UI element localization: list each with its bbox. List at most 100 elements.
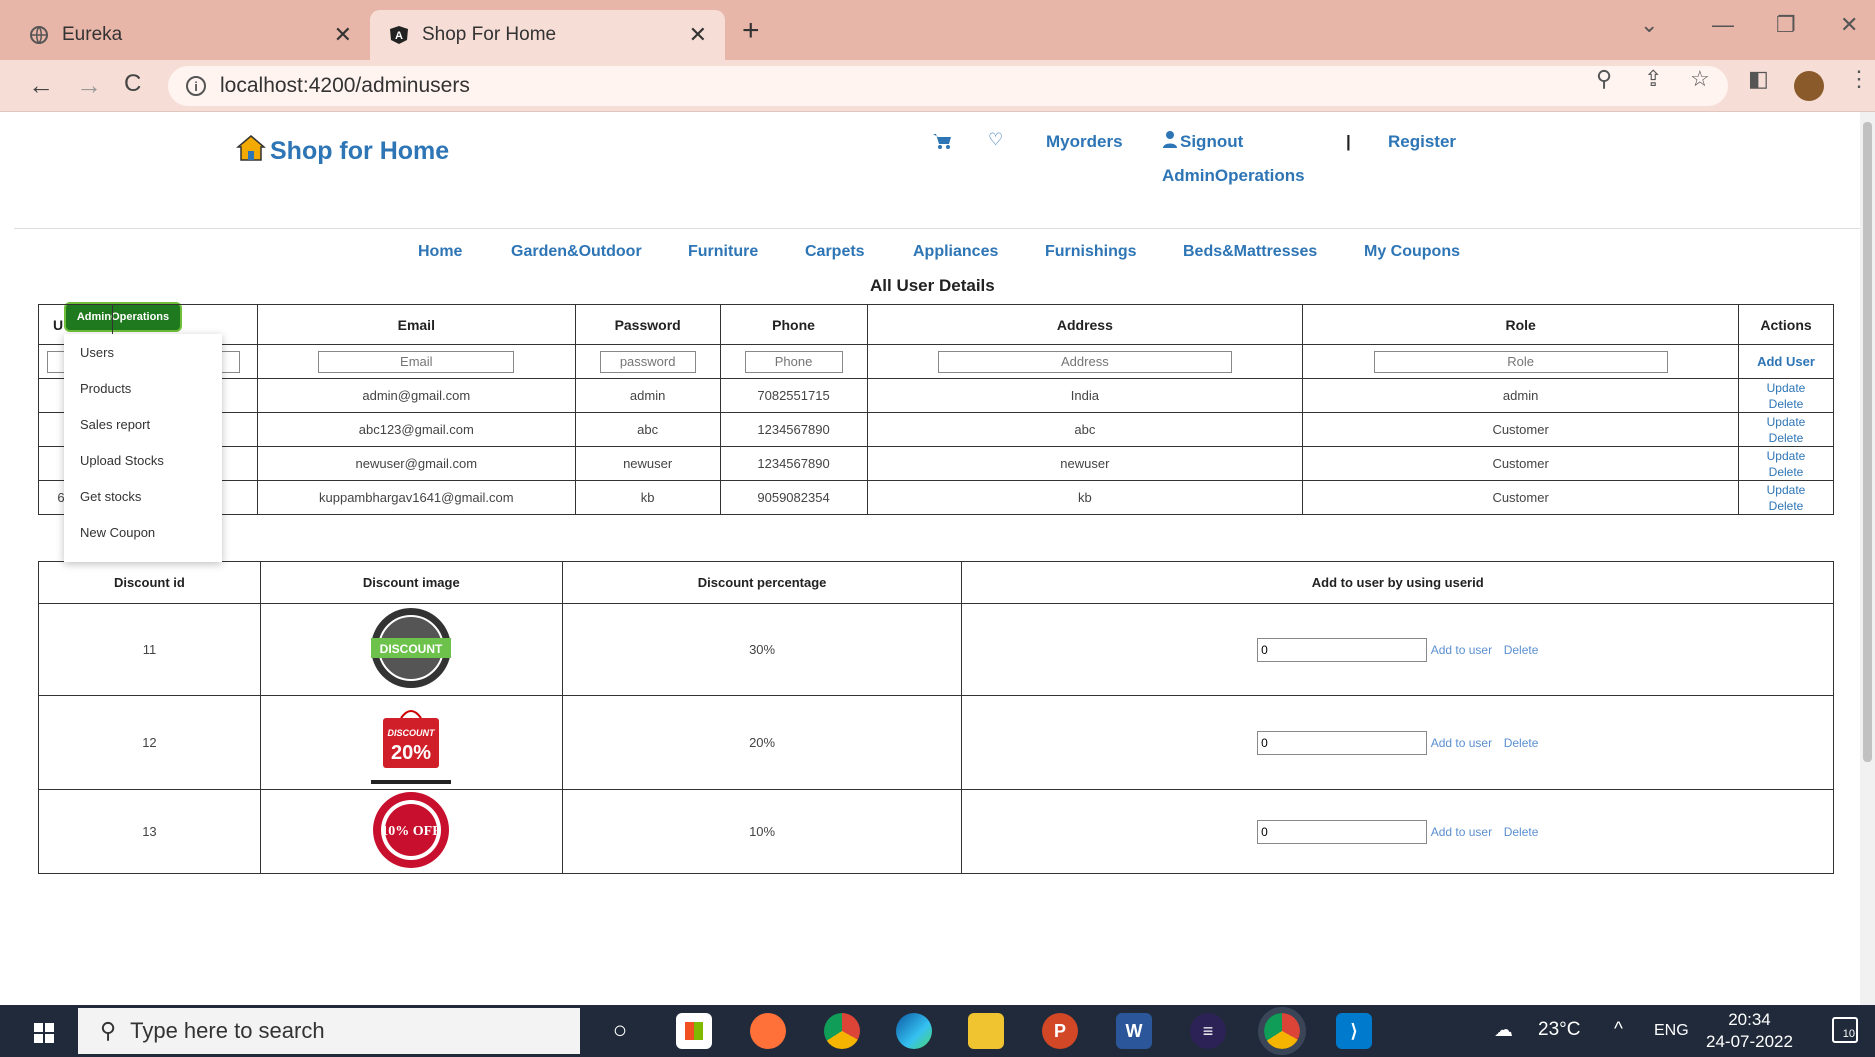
menu-item-new-coupon[interactable]: New Coupon <box>64 514 222 550</box>
delete-link[interactable]: Delete <box>1769 397 1804 411</box>
phone-field[interactable] <box>744 350 843 373</box>
userid-input[interactable] <box>1257 819 1428 844</box>
forward-icon[interactable]: → <box>76 70 102 101</box>
user-address-cell: kb <box>866 480 1304 515</box>
delete-link[interactable]: Delete <box>1769 499 1804 513</box>
discount-percent-cell: 10% <box>561 789 963 874</box>
file-explorer-icon[interactable] <box>968 1013 1004 1049</box>
scrollbar-thumb[interactable] <box>1863 122 1872 762</box>
side-panel-icon[interactable]: ◧ <box>1748 66 1769 92</box>
new-tab-button[interactable]: + <box>742 14 760 48</box>
nav-home[interactable]: Home <box>418 243 462 261</box>
menu-item-sales-report[interactable]: Sales report <box>64 406 222 442</box>
actions-cell: Update Delete <box>1738 446 1834 481</box>
user-password-cell: newuser <box>574 446 721 481</box>
nav-beds-mattresses[interactable]: Beds&Mattresses <box>1183 243 1317 261</box>
user-password-cell: abc <box>574 412 721 447</box>
discount-seal-image: 10% OFF <box>365 790 457 870</box>
eclipse-icon[interactable]: ≡ <box>1190 1013 1226 1049</box>
add-to-user-link[interactable]: Add to user <box>1431 736 1492 750</box>
menu-item-upload-stocks[interactable]: Upload Stocks <box>64 442 222 478</box>
adminoperations-link[interactable]: AdminOperations <box>1162 166 1305 186</box>
nav-my-coupons[interactable]: My Coupons <box>1364 243 1460 261</box>
back-icon[interactable]: ← <box>28 70 54 101</box>
nav-furnishings[interactable]: Furnishings <box>1045 243 1137 261</box>
wishlist-heart-icon[interactable]: ♡ <box>988 130 1003 150</box>
bookmark-star-icon[interactable]: ☆ <box>1690 66 1710 92</box>
weather-icon[interactable]: ☁ <box>1494 1019 1513 1042</box>
delete-link[interactable]: Delete <box>1769 431 1804 445</box>
tab-eureka[interactable]: Eureka ✕ <box>10 10 370 60</box>
firefox-icon[interactable] <box>750 1013 786 1049</box>
windows-start-icon[interactable] <box>14 1015 74 1051</box>
menu-item-get-stocks[interactable]: Get stocks <box>64 478 222 514</box>
myorders-link[interactable]: Myorders <box>1046 132 1123 152</box>
reload-icon[interactable]: C <box>124 70 141 98</box>
weather-temp[interactable]: 23°C <box>1538 1019 1580 1041</box>
update-link[interactable]: Update <box>1767 483 1806 497</box>
minimize-icon[interactable]: — <box>1712 12 1734 38</box>
powerpoint-icon[interactable]: P <box>1042 1013 1078 1049</box>
nav-furniture[interactable]: Furniture <box>688 243 758 261</box>
info-icon[interactable]: i <box>186 76 206 96</box>
language-indicator[interactable]: ENG <box>1654 1022 1689 1040</box>
delete-link[interactable]: Delete <box>1769 465 1804 479</box>
role-field[interactable] <box>1373 350 1668 373</box>
vscode-icon[interactable]: ⟩ <box>1336 1013 1372 1049</box>
register-link[interactable]: Register <box>1388 132 1456 152</box>
nav-appliances[interactable]: Appliances <box>913 243 998 261</box>
menu-item-users[interactable]: Users <box>64 334 222 370</box>
close-tab-icon[interactable]: ✕ <box>334 22 352 48</box>
delete-coupon-link[interactable]: Delete <box>1504 643 1539 657</box>
system-clock[interactable]: 20:34 24-07-2022 <box>1706 1009 1793 1053</box>
nav-carpets[interactable]: Carpets <box>805 243 865 261</box>
user-password-cell: admin <box>574 378 721 413</box>
menu-item-products[interactable]: Products <box>64 370 222 406</box>
tab-shop-for-home[interactable]: A Shop For Home ✕ <box>370 10 725 60</box>
restore-icon[interactable]: ❐ <box>1776 12 1796 38</box>
add-to-user-link[interactable]: Add to user <box>1431 643 1492 657</box>
tab-search-icon[interactable]: ⌄ <box>1640 12 1658 38</box>
word-icon[interactable]: W <box>1116 1013 1152 1049</box>
chrome-icon[interactable] <box>824 1013 860 1049</box>
email-field[interactable] <box>318 350 515 373</box>
address-bar[interactable]: i localhost:4200/adminusers <box>168 66 1728 106</box>
tab-title: Eureka <box>62 24 123 45</box>
chrome-active-icon[interactable] <box>1258 1007 1306 1055</box>
zoom-icon[interactable]: ⚲ <box>1596 66 1612 92</box>
add-to-user-link[interactable]: Add to user <box>1431 825 1492 839</box>
store-icon[interactable] <box>676 1013 712 1049</box>
search-icon: ⚲ <box>100 1018 117 1043</box>
edge-icon[interactable] <box>896 1013 932 1049</box>
cart-icon[interactable] <box>932 132 952 155</box>
update-link[interactable]: Update <box>1767 449 1806 463</box>
share-icon[interactable]: ⇪ <box>1644 66 1662 92</box>
notification-icon[interactable]: 10 <box>1832 1017 1858 1043</box>
add-user-button[interactable]: Add User <box>1757 354 1815 369</box>
nav-garden-outdoor[interactable]: Garden&Outdoor <box>511 243 642 261</box>
delete-coupon-link[interactable]: Delete <box>1504 825 1539 839</box>
profile-avatar[interactable] <box>1794 71 1824 101</box>
signout-link[interactable]: Signout <box>1180 132 1243 152</box>
user-phone-cell: 1234567890 <box>719 446 868 481</box>
address-field[interactable] <box>937 350 1232 373</box>
discount-percent-cell: 20% <box>561 695 963 790</box>
delete-coupon-link[interactable]: Delete <box>1504 736 1539 750</box>
tray-chevron-icon[interactable]: ^ <box>1614 1019 1623 1041</box>
update-link[interactable]: Update <box>1767 415 1806 429</box>
userid-input[interactable] <box>1257 637 1428 662</box>
task-view-icon[interactable]: ○ <box>602 1013 638 1049</box>
userid-input[interactable] <box>1257 730 1428 755</box>
password-field[interactable] <box>599 350 696 373</box>
close-window-icon[interactable]: ✕ <box>1840 12 1858 38</box>
menu-kebab-icon[interactable]: ⋮ <box>1848 66 1870 92</box>
table-row: 11 DISCOUNT 30% Add to user Delete <box>38 603 1834 696</box>
page-scrollbar[interactable] <box>1860 112 1875 1005</box>
taskbar-search-box[interactable]: ⚲ Type here to search <box>78 1008 580 1054</box>
actions-cell: Update Delete <box>1738 480 1834 515</box>
close-tab-icon[interactable]: ✕ <box>689 22 707 48</box>
column-header: Phone <box>719 304 868 345</box>
admin-dropdown-menu: Users Products Sales report Upload Stock… <box>64 334 222 562</box>
brand-logo[interactable]: Shop for Home <box>235 134 449 169</box>
update-link[interactable]: Update <box>1767 381 1806 395</box>
